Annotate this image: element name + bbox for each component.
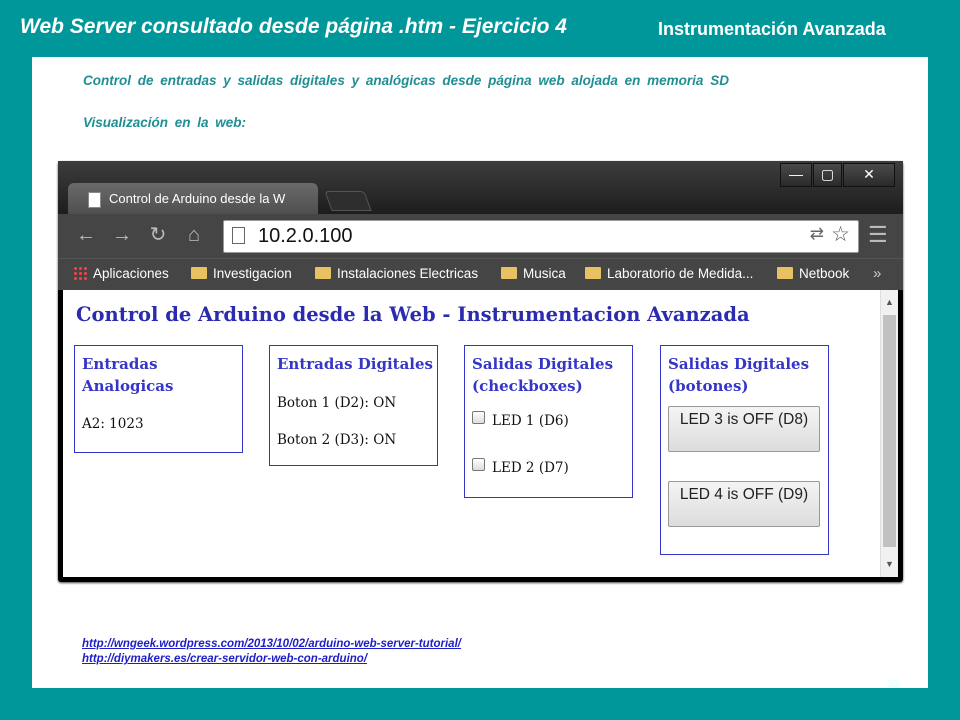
folder-icon <box>501 267 517 279</box>
browser-window: — ▢ ✕ Control de Arduino desde la W ← → … <box>58 161 903 582</box>
browser-toolbar: ← → ↻ ⌂ 10.2.0.100 ⇄ ☆ ☰ <box>58 214 903 258</box>
description-text: Control de entradas y salidas digitales … <box>83 73 729 88</box>
digital-input-value: Boton 2 (D3): ON <box>277 432 397 448</box>
menu-icon[interactable]: ☰ <box>868 224 888 246</box>
bookmark-apps[interactable]: Aplicaciones <box>73 266 169 281</box>
new-tab-button[interactable] <box>324 191 372 211</box>
more-bookmarks-icon[interactable]: » <box>873 265 881 282</box>
folder-icon <box>191 267 207 279</box>
bookmark-folder[interactable]: Laboratorio de Medida... <box>585 266 753 281</box>
folder-icon <box>585 267 601 279</box>
led4-button[interactable]: LED 4 is OFF (D9) <box>668 481 820 527</box>
vertical-scrollbar[interactable]: ▲ ▼ <box>880 290 898 577</box>
close-button[interactable]: ✕ <box>843 163 895 187</box>
checkbox[interactable] <box>472 411 485 424</box>
back-arrow-icon[interactable]: ← <box>74 223 98 247</box>
web-page: Control de Arduino desde la Web - Instru… <box>63 290 898 577</box>
scroll-down-icon[interactable]: ▼ <box>885 559 894 569</box>
page-icon <box>232 227 245 244</box>
scroll-up-icon[interactable]: ▲ <box>885 297 894 307</box>
led3-button[interactable]: LED 3 is OFF (D8) <box>668 406 820 452</box>
address-bar[interactable]: 10.2.0.100 ⇄ ☆ <box>223 220 859 253</box>
bookmark-star-icon[interactable]: ☆ <box>831 222 850 247</box>
folder-icon <box>315 267 331 279</box>
browser-tab[interactable]: Control de Arduino desde la W <box>68 183 318 214</box>
translate-icon[interactable]: ⇄ <box>810 224 824 244</box>
reference-link[interactable]: http://wngeek.wordpress.com/2013/10/02/a… <box>82 637 461 652</box>
box-title: Salidas Digitales (botones) <box>668 355 810 395</box>
analog-inputs-box: Entradas Analogicas A2: 1023 <box>74 345 243 453</box>
digital-input-value: Boton 1 (D2): ON <box>277 395 397 411</box>
forward-arrow-icon[interactable]: → <box>110 223 134 247</box>
browser-titlebar: — ▢ ✕ Control de Arduino desde la W <box>58 161 903 214</box>
reference-link[interactable]: http://diymakers.es/crear-servidor-web-c… <box>82 652 461 667</box>
checkbox[interactable] <box>472 458 485 471</box>
analog-value: A2: 1023 <box>82 416 144 432</box>
box-title: Salidas Digitales (checkboxes) <box>472 355 614 395</box>
tab-title: Control de Arduino desde la W <box>109 191 286 206</box>
page-icon <box>88 192 101 208</box>
maximize-button[interactable]: ▢ <box>813 163 842 187</box>
bookmark-folder[interactable]: Musica <box>501 266 566 281</box>
page-number: 35 <box>887 678 900 690</box>
digital-outputs-checkbox-box: Salidas Digitales (checkboxes) LED 1 (D6… <box>464 345 633 498</box>
apps-grid-icon <box>73 266 87 280</box>
slide-subtitle: Instrumentación Avanzada <box>658 19 886 39</box>
digital-outputs-buttons-box: Salidas Digitales (botones) LED 3 is OFF… <box>660 345 829 555</box>
bookmark-folder[interactable]: Instalaciones Electricas <box>315 266 478 281</box>
home-icon[interactable]: ⌂ <box>182 223 206 247</box>
url-text: 10.2.0.100 <box>258 225 353 247</box>
page-heading: Control de Arduino desde la Web - Instru… <box>76 303 750 326</box>
box-title: Entradas Digitales <box>277 355 433 373</box>
folder-icon <box>777 267 793 279</box>
digital-inputs-box: Entradas Digitales Boton 1 (D2): ON Boto… <box>269 345 438 466</box>
minimize-button[interactable]: — <box>780 163 812 187</box>
scroll-thumb[interactable] <box>883 315 896 547</box>
slide-title: Web Server consultado desde página .htm … <box>20 15 567 38</box>
bookmarks-bar: Aplicaciones Investigacion Instalaciones… <box>58 258 903 290</box>
bookmark-folder[interactable]: Netbook <box>777 266 849 281</box>
reference-links: http://wngeek.wordpress.com/2013/10/02/a… <box>82 637 461 667</box>
box-title: Entradas Analogicas <box>82 355 174 395</box>
visualization-label: Visualización en la web: <box>83 115 247 130</box>
led-checkbox-row[interactable]: LED 2 (D7) <box>472 458 569 476</box>
bookmark-folder[interactable]: Investigacion <box>191 266 292 281</box>
led-checkbox-row[interactable]: LED 1 (D6) <box>472 411 569 429</box>
reload-icon[interactable]: ↻ <box>146 223 170 247</box>
